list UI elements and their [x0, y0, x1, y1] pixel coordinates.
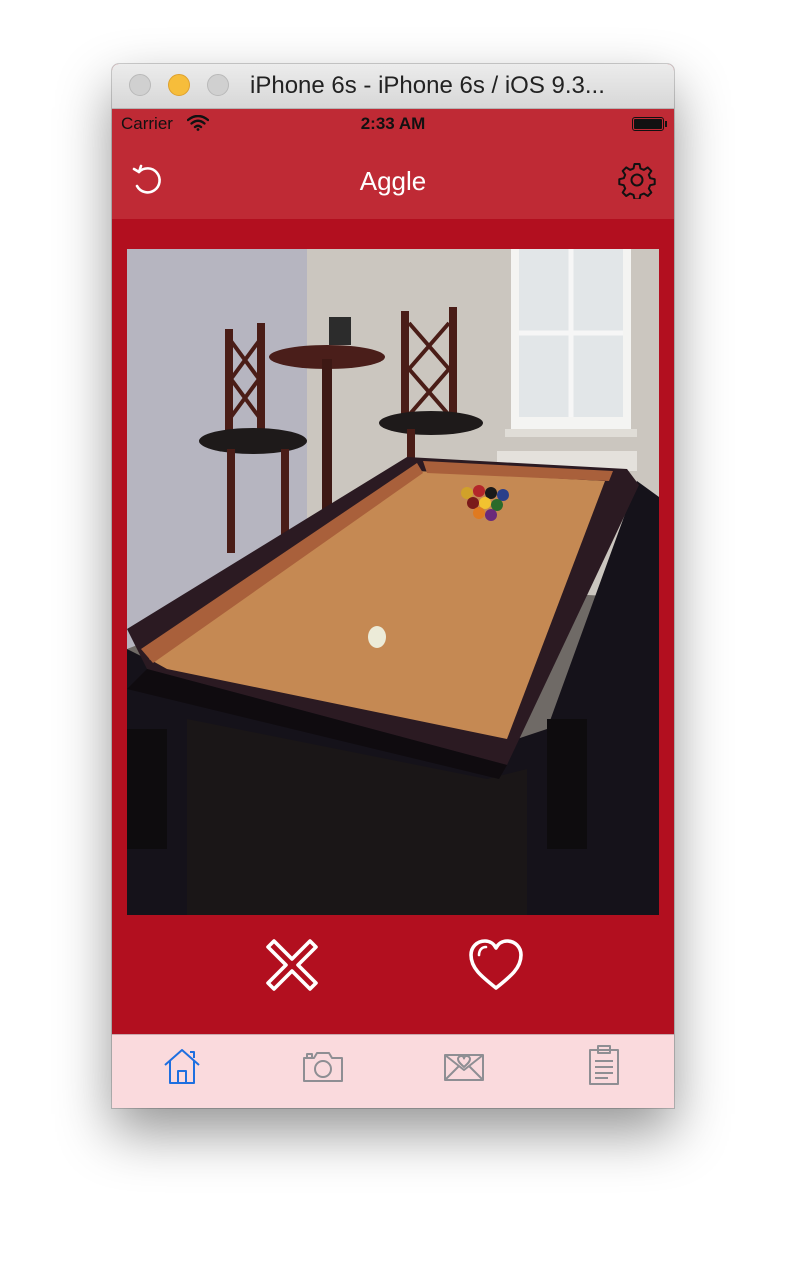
tab-notes[interactable] — [582, 1043, 626, 1087]
nav-title: Aggle — [359, 166, 427, 196]
tab-camera[interactable] — [301, 1043, 345, 1087]
status-time: 2:33 AM — [360, 114, 426, 133]
pool-table-image — [127, 249, 659, 915]
window-titlebar: iPhone 6s - iPhone 6s / iOS 9.3... — [112, 64, 674, 109]
close-window-button[interactable] — [129, 74, 151, 96]
clipboard-icon — [589, 1045, 619, 1085]
minimize-window-button[interactable] — [168, 74, 190, 96]
battery-icon — [632, 117, 667, 131]
x-icon[interactable] — [263, 936, 321, 994]
gear-icon[interactable] — [618, 161, 656, 199]
window-title: iPhone 6s - iPhone 6s / iOS 9.3... — [250, 72, 605, 99]
tab-messages[interactable] — [442, 1043, 486, 1087]
tab-bar — [112, 1034, 674, 1108]
tab-home[interactable] — [160, 1043, 204, 1087]
status-bar: Carrier 2:33 AM — [112, 109, 674, 139]
home-icon — [164, 1049, 200, 1084]
simulator-window: iPhone 6s - iPhone 6s / iOS 9.3... Carri… — [112, 64, 674, 1108]
pool-table-photo[interactable] — [127, 249, 659, 915]
camera-icon — [303, 1052, 343, 1082]
zoom-window-button[interactable] — [207, 74, 229, 96]
navigation-bar: Aggle — [112, 139, 674, 219]
envelope-heart-icon — [444, 1054, 484, 1081]
heart-icon[interactable] — [467, 936, 525, 994]
